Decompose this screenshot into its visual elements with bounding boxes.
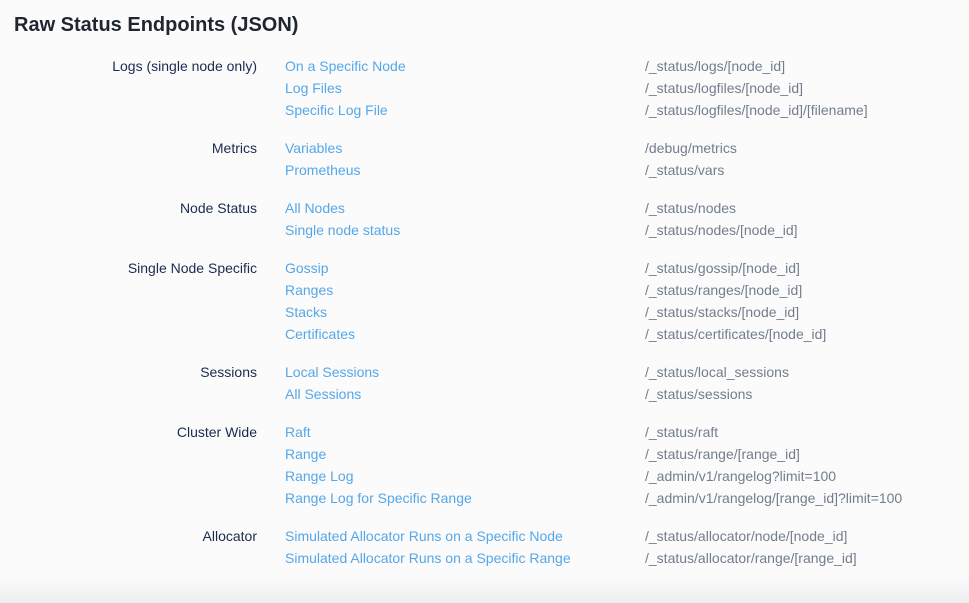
endpoint-link[interactable]: Prometheus bbox=[285, 159, 645, 181]
endpoint-link[interactable]: Local Sessions bbox=[285, 361, 645, 383]
endpoint-url: /_status/allocator/node/[node_id] bbox=[645, 525, 847, 547]
endpoint-link[interactable]: Simulated Allocator Runs on a Specific N… bbox=[285, 525, 645, 547]
endpoint-row: Variables/debug/metrics bbox=[285, 137, 737, 159]
section-label: Cluster Wide bbox=[0, 421, 257, 443]
endpoint-row: Prometheus/_status/vars bbox=[285, 159, 737, 181]
endpoint-section: Single Node Specific Gossip/_status/gossi… bbox=[0, 257, 969, 345]
endpoint-link[interactable]: Ranges bbox=[285, 279, 645, 301]
endpoint-link[interactable]: Certificates bbox=[285, 323, 645, 345]
endpoint-section: Metrics Variables/debug/metricsPrometheus… bbox=[0, 137, 969, 181]
endpoint-link[interactable]: Specific Log File bbox=[285, 99, 645, 121]
endpoint-link[interactable]: Gossip bbox=[285, 257, 645, 279]
endpoint-url: /_status/logfiles/[node_id] bbox=[645, 77, 803, 99]
section-label: Logs (single node only) bbox=[0, 55, 257, 77]
endpoint-url: /_status/nodes/[node_id] bbox=[645, 219, 798, 241]
endpoint-url: /_admin/v1/rangelog?limit=100 bbox=[645, 465, 836, 487]
endpoint-link[interactable]: Single node status bbox=[285, 219, 645, 241]
debug-endpoints-page: Raw Status Endpoints (JSON) Logs (single… bbox=[0, 0, 969, 569]
endpoint-row: Single node status/_status/nodes/[node_i… bbox=[285, 219, 798, 241]
section-rows: Variables/debug/metricsPrometheus/_statu… bbox=[285, 137, 737, 181]
endpoint-row: Local Sessions/_status/local_sessions bbox=[285, 361, 789, 383]
endpoint-row: All Nodes/_status/nodes bbox=[285, 197, 798, 219]
endpoint-row: Specific Log File/_status/logfiles/[node… bbox=[285, 99, 868, 121]
endpoint-row: Ranges/_status/ranges/[node_id] bbox=[285, 279, 826, 301]
endpoint-url: /_status/nodes bbox=[645, 197, 736, 219]
endpoint-url: /_status/gossip/[node_id] bbox=[645, 257, 800, 279]
endpoint-url: /_status/local_sessions bbox=[645, 361, 789, 383]
endpoint-url: /_status/logfiles/[node_id]/[filename] bbox=[645, 99, 868, 121]
endpoint-url: /_status/certificates/[node_id] bbox=[645, 323, 826, 345]
endpoint-section: Logs (single node only) On a Specific Nod… bbox=[0, 55, 969, 121]
endpoint-section: Node Status All Nodes/_status/nodesSingle… bbox=[0, 197, 969, 241]
endpoint-link[interactable]: Log Files bbox=[285, 77, 645, 99]
endpoint-row: Simulated Allocator Runs on a Specific N… bbox=[285, 525, 857, 547]
endpoint-url: /_admin/v1/rangelog/[range_id]?limit=100 bbox=[645, 487, 902, 509]
endpoint-link[interactable]: All Sessions bbox=[285, 383, 645, 405]
endpoint-link[interactable]: On a Specific Node bbox=[285, 55, 645, 77]
page-title: Raw Status Endpoints (JSON) bbox=[14, 13, 969, 37]
section-label: Allocator bbox=[0, 525, 257, 547]
endpoint-row: Raft/_status/raft bbox=[285, 421, 902, 443]
endpoint-row: Gossip/_status/gossip/[node_id] bbox=[285, 257, 826, 279]
section-label: Single Node Specific bbox=[0, 257, 257, 279]
section-rows: Simulated Allocator Runs on a Specific N… bbox=[285, 525, 857, 569]
endpoint-link[interactable]: Range bbox=[285, 443, 645, 465]
endpoint-url: /_status/vars bbox=[645, 159, 724, 181]
section-rows: On a Specific Node/_status/logs/[node_id… bbox=[285, 55, 868, 121]
section-rows: Raft/_status/raftRange/_status/range/[ra… bbox=[285, 421, 902, 509]
endpoints-table: Logs (single node only) On a Specific Nod… bbox=[0, 55, 969, 569]
endpoint-link[interactable]: Raft bbox=[285, 421, 645, 443]
section-label: Sessions bbox=[0, 361, 257, 383]
endpoint-section: Sessions Local Sessions/_status/local_ses… bbox=[0, 361, 969, 405]
endpoint-row: Log Files/_status/logfiles/[node_id] bbox=[285, 77, 868, 99]
endpoint-link[interactable]: Variables bbox=[285, 137, 645, 159]
endpoint-row: Simulated Allocator Runs on a Specific R… bbox=[285, 547, 857, 569]
section-rows: Local Sessions/_status/local_sessionsAll… bbox=[285, 361, 789, 405]
endpoint-url: /_status/sessions bbox=[645, 383, 752, 405]
section-rows: All Nodes/_status/nodesSingle node statu… bbox=[285, 197, 798, 241]
endpoint-row: Certificates/_status/certificates/[node_… bbox=[285, 323, 826, 345]
endpoint-link[interactable]: Stacks bbox=[285, 301, 645, 323]
endpoint-row: On a Specific Node/_status/logs/[node_id… bbox=[285, 55, 868, 77]
endpoint-section: Cluster Wide Raft/_status/raftRange/_stat… bbox=[0, 421, 969, 509]
section-label: Node Status bbox=[0, 197, 257, 219]
endpoint-url: /_status/ranges/[node_id] bbox=[645, 279, 802, 301]
endpoint-row: Range Log for Specific Range/_admin/v1/r… bbox=[285, 487, 902, 509]
endpoint-link[interactable]: All Nodes bbox=[285, 197, 645, 219]
endpoint-link[interactable]: Range Log bbox=[285, 465, 645, 487]
endpoint-url: /_status/allocator/range/[range_id] bbox=[645, 547, 857, 569]
endpoint-section: Allocator Simulated Allocator Runs on a S… bbox=[0, 525, 969, 569]
endpoint-url: /debug/metrics bbox=[645, 137, 737, 159]
page-bottom-strip bbox=[0, 577, 969, 603]
endpoint-url: /_status/range/[range_id] bbox=[645, 443, 800, 465]
endpoint-link[interactable]: Range Log for Specific Range bbox=[285, 487, 645, 509]
section-rows: Gossip/_status/gossip/[node_id]Ranges/_s… bbox=[285, 257, 826, 345]
endpoint-row: Range/_status/range/[range_id] bbox=[285, 443, 902, 465]
endpoint-url: /_status/stacks/[node_id] bbox=[645, 301, 799, 323]
endpoint-url: /_status/raft bbox=[645, 421, 718, 443]
endpoint-url: /_status/logs/[node_id] bbox=[645, 55, 785, 77]
endpoint-row: Range Log/_admin/v1/rangelog?limit=100 bbox=[285, 465, 902, 487]
endpoint-row: Stacks/_status/stacks/[node_id] bbox=[285, 301, 826, 323]
endpoint-link[interactable]: Simulated Allocator Runs on a Specific R… bbox=[285, 547, 645, 569]
section-label: Metrics bbox=[0, 137, 257, 159]
endpoint-row: All Sessions/_status/sessions bbox=[285, 383, 789, 405]
